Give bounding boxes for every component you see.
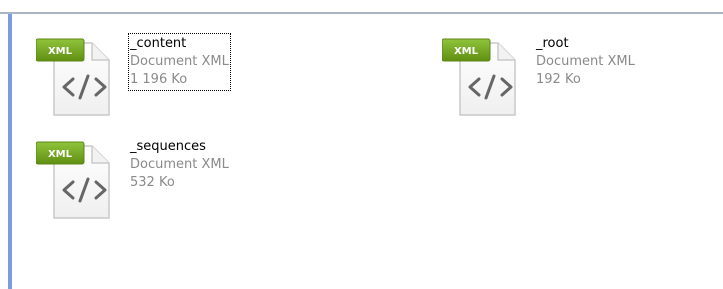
file-text-root[interactable]: _root Document XML 192 Ko	[536, 35, 635, 89]
file-name: _content	[130, 36, 187, 51]
file-text-content[interactable]: _content Document XML 1 196 Ko	[128, 33, 231, 91]
file-list: XML _content Document XML 1 196 Ko XML _…	[12, 16, 723, 289]
file-name: _root	[536, 36, 569, 51]
xml-file-icon: XML	[35, 136, 120, 220]
file-item-root[interactable]: XML _root Document XML 192 Ko	[441, 33, 723, 123]
window-top-border	[0, 0, 723, 14]
xml-file-icon: XML	[35, 33, 120, 117]
xml-badge-label: XML	[454, 46, 479, 57]
xml-file-icon: XML	[441, 33, 526, 117]
file-name: _sequences	[130, 139, 206, 154]
file-size: 192 Ko	[536, 72, 581, 87]
file-type: Document XML	[130, 54, 229, 69]
file-text-sequences[interactable]: _sequences Document XML 532 Ko	[130, 138, 229, 192]
xml-badge-label: XML	[48, 149, 73, 160]
file-item-content[interactable]: XML _content Document XML 1 196 Ko	[35, 33, 356, 123]
file-size: 1 196 Ko	[130, 72, 188, 87]
file-type: Document XML	[130, 157, 229, 172]
file-size: 532 Ko	[130, 175, 175, 190]
file-type: Document XML	[536, 54, 635, 69]
xml-badge-label: XML	[48, 46, 73, 57]
file-item-sequences[interactable]: XML _sequences Document XML 532 Ko	[35, 136, 356, 226]
left-pane-divider	[0, 14, 12, 289]
